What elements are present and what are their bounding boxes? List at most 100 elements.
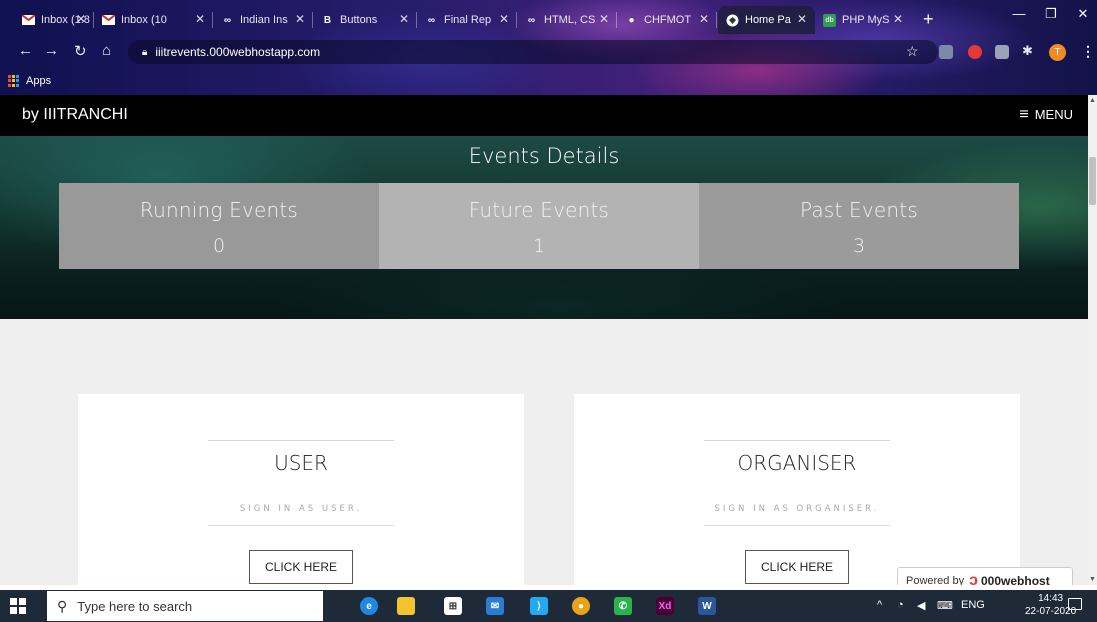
site-brand[interactable]: by IIITRANCHI xyxy=(22,106,128,124)
stat-running-events: Running Events 0 xyxy=(59,183,379,269)
home-icon[interactable]: ⌂ xyxy=(102,42,111,59)
tab-title: CHFMOT xyxy=(644,14,692,26)
url-text: iiitrevents.000webhostapp.com xyxy=(155,45,321,59)
whatsapp-icon[interactable]: ✆ xyxy=(614,597,632,615)
tab-title: Inbox (10 xyxy=(121,14,167,26)
lock-icon: 🔒︎ xyxy=(142,46,148,58)
divider xyxy=(208,525,394,526)
word-icon[interactable]: W xyxy=(698,597,716,615)
file-explorer-icon[interactable] xyxy=(397,597,415,615)
tab-strip: Inbox (1.8 ✕ Inbox (10 ✕ ∞ Indian Ins ✕ … xyxy=(0,0,1097,34)
forward-arrow-icon[interactable]: → xyxy=(44,42,59,59)
volume-icon[interactable]: ◀︎ xyxy=(917,599,925,612)
chrome-icon[interactable]: ● xyxy=(572,597,590,615)
notification-icon[interactable] xyxy=(1068,598,1082,610)
globe-icon xyxy=(726,14,739,27)
close-icon[interactable]: ✕ xyxy=(699,12,709,26)
scroll-up-icon[interactable]: ▲ xyxy=(1089,97,1096,104)
divider xyxy=(208,440,394,441)
card-title: ORGANISER xyxy=(737,451,857,475)
organiser-click-here-button[interactable]: CLICK HERE xyxy=(745,550,849,584)
edge-icon[interactable]: e xyxy=(360,597,378,615)
tab-indian-ins[interactable]: ∞ Indian Ins ✕ xyxy=(213,6,313,34)
web-page: by IIITRANCHI ≡ MENU Events Details Runn… xyxy=(0,95,1088,585)
powered-prefix: Powered by xyxy=(906,574,965,586)
tab-inbox-1[interactable]: Inbox (1.8 ✕ xyxy=(14,6,94,34)
mail-icon[interactable]: ✉ xyxy=(486,597,504,615)
stat-label: Future Events xyxy=(468,198,610,222)
camera-extension-icon[interactable] xyxy=(995,45,1009,59)
close-icon[interactable]: ✕ xyxy=(893,12,903,26)
menu-button[interactable]: ≡ MENU xyxy=(1019,107,1073,123)
tab-title: Buttons xyxy=(340,14,378,26)
close-icon[interactable]: ✕ xyxy=(195,12,205,26)
opera-extension-icon[interactable] xyxy=(968,45,982,59)
apps-bookmark[interactable]: Apps xyxy=(26,75,51,87)
apps-icon[interactable] xyxy=(8,75,20,87)
store-icon[interactable]: ⊞ xyxy=(444,597,462,615)
reload-icon[interactable]: ↻ xyxy=(74,42,87,60)
tab-html-css[interactable]: ∞ HTML, CS ✕ xyxy=(517,6,617,34)
close-icon[interactable]: ✕ xyxy=(76,12,86,26)
tab-title: HTML, CS xyxy=(544,14,596,26)
tab-buttons[interactable]: B Buttons ✕ xyxy=(313,6,417,34)
tab-home-page[interactable]: Home Pa ✕ xyxy=(718,6,815,34)
tab-inbox-2[interactable]: Inbox (10 ✕ xyxy=(94,6,213,34)
adobe-xd-icon[interactable]: Xd xyxy=(656,597,674,615)
language-indicator[interactable]: ENG xyxy=(961,599,985,611)
events-details-title: Events Details xyxy=(468,144,620,168)
tab-php-mysql[interactable]: db PHP MyS ✕ xyxy=(815,6,911,34)
tray-chevron-icon[interactable]: ^ xyxy=(877,599,882,611)
page-scrollbar[interactable]: ▲ ▼ xyxy=(1088,95,1097,585)
site-navbar: by IIITRANCHI ≡ MENU xyxy=(0,95,1088,136)
windows-start-icon[interactable] xyxy=(10,598,26,614)
taskbar-search[interactable]: ⚲ Type here to search xyxy=(47,591,323,621)
powered-by-badge[interactable]: Powered by ↄ 000webhost xyxy=(897,567,1073,585)
powered-brand: 000webhost xyxy=(981,573,1050,586)
user-card: USER SIGN IN AS USER. CLICK HERE xyxy=(78,394,524,585)
minimize-icon[interactable]: — xyxy=(1004,6,1034,21)
scroll-thumb[interactable] xyxy=(1089,157,1096,205)
phpmyadmin-icon: db xyxy=(823,13,836,27)
tab-final-rep[interactable]: ∞ Final Rep ✕ xyxy=(417,6,517,34)
card-subtitle: SIGN IN AS ORGANISER. xyxy=(714,504,880,514)
close-icon[interactable]: ✕ xyxy=(599,12,609,26)
bookmarks-bar: Apps xyxy=(0,70,1097,92)
infinity-icon: ∞ xyxy=(527,14,536,26)
profile-avatar[interactable]: T xyxy=(1049,44,1066,61)
stat-future-events: Future Events 1 xyxy=(379,183,699,269)
card-subtitle: SIGN IN AS USER. xyxy=(239,504,363,514)
more-menu-icon[interactable]: ⋮ xyxy=(1081,43,1095,60)
address-bar[interactable]: 🔒︎ iiitrevents.000webhostapp.com xyxy=(128,40,938,64)
card-title: USER xyxy=(274,451,328,475)
wifi-icon[interactable]: ◔ xyxy=(897,599,904,611)
tab-title: Final Rep xyxy=(444,14,492,26)
close-icon[interactable]: ✕ xyxy=(295,12,305,26)
stat-past-events: Past Events 3 xyxy=(699,183,1019,269)
divider xyxy=(704,525,890,526)
user-click-here-button[interactable]: CLICK HERE xyxy=(249,550,353,584)
close-icon[interactable]: ✕ xyxy=(399,12,409,26)
stat-value: 3 xyxy=(852,235,866,257)
puzzle-icon[interactable]: ✱ xyxy=(1022,43,1033,59)
scroll-down-icon[interactable]: ▼ xyxy=(1089,576,1096,583)
restore-icon[interactable]: ❐ xyxy=(1036,6,1066,22)
extension-icon[interactable] xyxy=(939,45,953,59)
close-icon[interactable]: ✕ xyxy=(499,12,509,26)
browser-toolbar: ← → ↻ ⌂ 🔒︎ iiitrevents.000webhostapp.com… xyxy=(0,38,1097,66)
keyboard-icon[interactable]: ⌨ xyxy=(937,599,953,612)
bookmark-star-icon[interactable]: ☆ xyxy=(906,43,919,60)
new-tab-icon[interactable]: + xyxy=(923,10,934,28)
close-icon[interactable]: ✕ xyxy=(797,12,807,26)
divider xyxy=(704,440,890,441)
gmail-icon xyxy=(102,14,115,27)
stat-value: 0 xyxy=(212,235,226,257)
back-arrow-icon[interactable]: ← xyxy=(18,42,33,59)
vscode-icon[interactable]: ⟩ xyxy=(530,597,548,615)
close-window-icon[interactable]: ✕ xyxy=(1068,6,1097,22)
000webhost-logo-icon: ↄ xyxy=(969,571,978,586)
search-placeholder: Type here to search xyxy=(77,598,193,614)
tab-chfmot[interactable]: ● CHFMOT ✕ xyxy=(617,6,717,34)
stat-label: Past Events xyxy=(800,198,918,222)
menu-label: MENU xyxy=(1034,107,1073,122)
